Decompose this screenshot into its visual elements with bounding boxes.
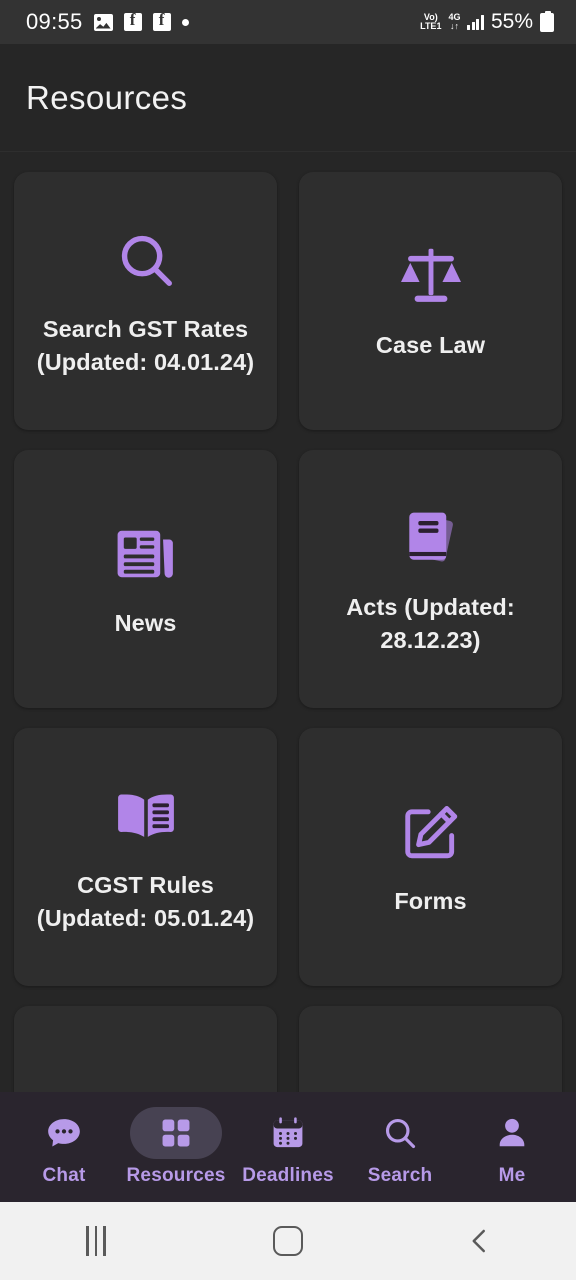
volte-bottom-text: LTE1 — [420, 21, 442, 31]
signal-bars-icon — [467, 14, 484, 30]
bottom-navigation-bar: Chat Resources Deadlines Search Me — [0, 1092, 576, 1202]
status-bar-left: 09:55 — [26, 9, 189, 35]
nav-item-chat[interactable]: Chat — [8, 1107, 120, 1187]
nav-label: Chat — [42, 1165, 86, 1186]
page-title: Resources — [26, 78, 188, 116]
network-type-icon: 4G ↓↑ — [448, 13, 460, 31]
scales-icon — [398, 239, 464, 313]
back-button[interactable] — [420, 1202, 540, 1280]
status-bar: 09:55 Vo) LTE1 4G ↓↑ 55% — [0, 0, 576, 44]
grid-icon — [162, 1119, 190, 1147]
back-chevron-icon — [472, 1229, 485, 1253]
newspaper-icon — [115, 517, 177, 591]
resource-card-label: News — [114, 610, 177, 637]
android-system-nav — [0, 1202, 576, 1280]
calendar-icon — [273, 1117, 303, 1148]
nav-icon-wrap — [354, 1107, 446, 1159]
data-arrows: ↓↑ — [449, 21, 459, 31]
resource-card-label: Acts (Updated: 28.12.23) — [346, 593, 515, 653]
nav-item-deadlines[interactable]: Deadlines — [232, 1107, 344, 1187]
nav-label: Me — [498, 1165, 526, 1186]
recents-button[interactable] — [36, 1202, 156, 1280]
resource-card-acts[interactable]: Acts (Updated: 28.12.23) — [299, 450, 562, 708]
home-button[interactable] — [228, 1202, 348, 1280]
resource-card-partial-a[interactable] — [14, 1006, 277, 1092]
search-icon — [385, 1118, 416, 1149]
status-bar-clock: 09:55 — [26, 9, 83, 34]
nav-label: Resources — [126, 1165, 226, 1186]
search-icon — [115, 223, 177, 297]
resource-card-case-law[interactable]: Case Law — [299, 172, 562, 430]
volte-icon: Vo) LTE1 — [420, 13, 441, 31]
chat-bubble-icon — [48, 1119, 80, 1147]
home-icon — [273, 1226, 303, 1256]
nav-label: Deadlines — [242, 1165, 334, 1186]
edit-square-icon — [400, 795, 462, 869]
facebook-icon — [152, 10, 171, 31]
nav-icon-wrap — [130, 1107, 222, 1159]
nav-item-resources[interactable]: Resources — [120, 1107, 232, 1187]
resource-card-label: Search GST Rates (Updated: 04.01.24) — [36, 315, 255, 375]
nav-icon-wrap — [18, 1107, 110, 1159]
nav-item-search[interactable]: Search — [344, 1107, 456, 1187]
resources-scroll-area[interactable]: Search GST Rates (Updated: 04.01.24) Cas… — [0, 152, 576, 1092]
status-bar-right: Vo) LTE1 4G ↓↑ 55% — [420, 10, 554, 34]
battery-icon — [540, 10, 554, 32]
resource-card-search-gst-rates[interactable]: Search GST Rates (Updated: 04.01.24) — [14, 172, 277, 430]
resource-card-label: CGST Rules (Updated: 05.01.24) — [36, 871, 255, 931]
resource-card-news[interactable]: News — [14, 450, 277, 708]
book-open-icon — [115, 779, 177, 853]
resource-card-partial-b[interactable] — [299, 1006, 562, 1092]
resource-card-label: Case Law — [375, 332, 486, 359]
resources-grid: Search GST Rates (Updated: 04.01.24) Cas… — [0, 152, 576, 1092]
book-closed-icon — [400, 501, 462, 575]
resource-card-forms[interactable]: Forms — [299, 728, 562, 986]
battery-percent-label: 55% — [490, 10, 533, 33]
nav-icon-wrap — [242, 1107, 334, 1159]
resource-card-cgst-rules[interactable]: CGST Rules (Updated: 05.01.24) — [14, 728, 277, 986]
gallery-icon — [93, 13, 113, 31]
facebook-icon — [123, 10, 142, 31]
nav-icon-wrap — [466, 1107, 558, 1159]
nav-label: Search — [367, 1165, 433, 1186]
app-bar: Resources — [0, 44, 576, 152]
nav-item-me[interactable]: Me — [456, 1107, 568, 1187]
recents-icon — [86, 1226, 106, 1256]
phone-screen: 09:55 Vo) LTE1 4G ↓↑ 55% Resources — [0, 0, 576, 1280]
resource-card-label: Forms — [394, 888, 467, 915]
person-icon — [499, 1118, 525, 1147]
dot-icon — [181, 18, 189, 26]
